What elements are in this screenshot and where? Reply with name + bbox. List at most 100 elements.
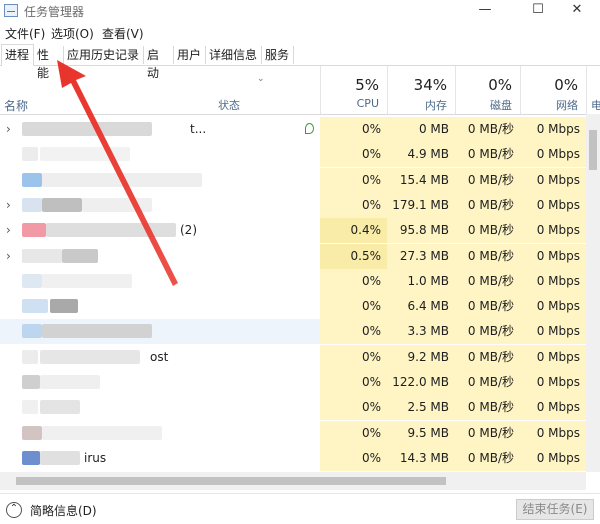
disk-cell: 0 MB/秒 <box>455 268 520 294</box>
process-name: (2) <box>180 223 197 238</box>
memory-cell: 122.0 MB <box>387 370 455 395</box>
cpu-cell: 0% <box>320 344 387 370</box>
process-icon-blurred <box>42 324 152 339</box>
disk-cell: 0 MB/秒 <box>455 370 520 395</box>
column-header: ⌄ 名称 状态 5% CPU 34% 内存 0% 磁盘 0% 网络 电 <box>0 66 600 115</box>
chevron-right-icon[interactable]: › <box>6 218 11 243</box>
process-icon-blurred <box>50 299 78 314</box>
chevron-up-icon[interactable]: ⌃ <box>6 502 22 518</box>
table-row[interactable]: 0% 4.9 MB 0 MB/秒 0 Mbps <box>0 142 586 168</box>
tab-users[interactable]: 用户 <box>174 46 206 64</box>
window-title: 任务管理器 <box>24 5 85 19</box>
tab-performance[interactable]: 性能 <box>34 46 64 80</box>
disk-cell: 0 MB/秒 <box>455 218 520 244</box>
process-icon-blurred <box>22 299 48 314</box>
cpu-cell: 0% <box>320 445 387 471</box>
vertical-scroll-thumb[interactable] <box>589 130 597 170</box>
tab-app-history[interactable]: 应用历史记录 <box>64 46 144 64</box>
menu-file[interactable]: 文件(F) <box>5 25 45 42</box>
process-icon-blurred <box>22 324 42 339</box>
chevron-right-icon[interactable]: › <box>6 193 11 218</box>
column-power[interactable]: 电 <box>586 66 600 114</box>
column-cpu[interactable]: 5% CPU <box>320 66 387 114</box>
disk-cell: 0 MB/秒 <box>455 167 520 193</box>
memory-total-percent: 34% <box>413 76 447 94</box>
horizontal-scrollbar[interactable] <box>0 472 586 490</box>
power-label: 电 <box>591 97 600 113</box>
cpu-label: CPU <box>356 97 379 110</box>
tab-bar: 进程 性能 应用历史记录 启动 用户 详细信息 服务 <box>0 44 600 80</box>
horizontal-scroll-thumb[interactable] <box>16 477 446 485</box>
vertical-scrollbar[interactable] <box>586 114 600 472</box>
network-cell: 0 Mbps <box>520 268 586 294</box>
process-icon-blurred <box>42 197 82 212</box>
network-cell: 0 Mbps <box>520 344 586 370</box>
network-cell: 0 Mbps <box>520 294 586 320</box>
memory-cell: 14.3 MB <box>387 445 455 471</box>
network-cell: 0 Mbps <box>520 319 586 345</box>
memory-cell: 9.5 MB <box>387 420 455 446</box>
process-list: › t... 0% 0 MB 0 MB/秒 0 Mbps 0% 4.9 MB 0 MB/秒 0 M… <box>0 117 586 472</box>
sort-chevron-down-icon[interactable]: ⌄ <box>257 74 265 84</box>
column-network[interactable]: 0% 网络 <box>520 66 586 114</box>
minimize-button[interactable]: — <box>462 0 508 22</box>
process-icon-blurred <box>22 450 40 465</box>
chevron-right-icon[interactable]: › <box>6 244 11 269</box>
table-row[interactable]: irus 0% 14.3 MB 0 MB/秒 0 Mbps <box>0 445 586 471</box>
column-disk[interactable]: 0% 磁盘 <box>455 66 520 114</box>
process-icon-blurred <box>40 450 80 465</box>
table-row[interactable]: › 0.5% 27.3 MB 0 MB/秒 0 Mbps <box>0 243 586 269</box>
process-icon-blurred <box>62 248 98 263</box>
close-button[interactable]: ✕ <box>554 0 600 22</box>
network-cell: 0 Mbps <box>520 420 586 446</box>
process-icon-blurred <box>22 400 38 415</box>
cpu-cell: 0% <box>320 268 387 294</box>
process-icon-blurred <box>22 273 42 288</box>
table-row[interactable]: 0% 122.0 MB 0 MB/秒 0 Mbps <box>0 370 586 395</box>
network-cell: 0 Mbps <box>520 243 586 269</box>
process-icon-blurred <box>22 248 62 263</box>
memory-label: 内存 <box>425 99 447 112</box>
tab-services[interactable]: 服务 <box>262 46 294 64</box>
cpu-cell: 0% <box>320 319 387 345</box>
table-row[interactable]: › t... 0% 0 MB 0 MB/秒 0 Mbps <box>0 117 586 142</box>
process-icon-blurred <box>42 425 162 440</box>
process-icon-blurred <box>42 172 202 187</box>
table-row[interactable]: 0% 3.3 MB 0 MB/秒 0 Mbps <box>0 319 586 345</box>
column-status[interactable]: 状态 <box>218 97 240 113</box>
cpu-cell: 0% <box>320 294 387 320</box>
leaf-icon <box>305 123 314 134</box>
column-memory[interactable]: 34% 内存 <box>387 66 455 114</box>
process-icon-blurred <box>22 223 46 238</box>
table-row[interactable]: › (2) 0.4% 95.8 MB 0 MB/秒 0 Mbps <box>0 218 586 244</box>
tab-details[interactable]: 详细信息 <box>206 46 262 64</box>
table-row[interactable]: 0% 9.5 MB 0 MB/秒 0 Mbps <box>0 420 586 446</box>
table-row[interactable]: 0% 15.4 MB 0 MB/秒 0 Mbps <box>0 167 586 193</box>
disk-label: 磁盘 <box>490 99 512 112</box>
chevron-right-icon[interactable]: › <box>6 117 11 142</box>
table-row[interactable]: 0% 2.5 MB 0 MB/秒 0 Mbps <box>0 395 586 421</box>
table-row[interactable]: ost 0% 9.2 MB 0 MB/秒 0 Mbps <box>0 344 586 370</box>
cpu-cell: 0% <box>320 117 387 142</box>
table-row[interactable]: 0% 6.4 MB 0 MB/秒 0 Mbps <box>0 294 586 320</box>
disk-cell: 0 MB/秒 <box>455 445 520 471</box>
task-manager-app-icon <box>4 4 18 17</box>
table-row[interactable]: › 0% 179.1 MB 0 MB/秒 0 Mbps <box>0 192 586 218</box>
column-name[interactable]: 名称 <box>4 97 28 114</box>
fewer-details-link[interactable]: 简略信息(D) <box>30 502 97 519</box>
tab-processes[interactable]: 进程 <box>1 44 34 66</box>
menu-options[interactable]: 选项(O) <box>51 25 94 42</box>
process-icon-blurred <box>22 122 152 136</box>
process-name: irus <box>84 450 107 465</box>
process-icon-blurred <box>22 425 42 440</box>
memory-cell: 27.3 MB <box>387 243 455 269</box>
disk-cell: 0 MB/秒 <box>455 395 520 421</box>
disk-cell: 0 MB/秒 <box>455 243 520 269</box>
menu-bar: 文件(F) 选项(O) 查看(V) <box>0 22 600 42</box>
cpu-cell: 0% <box>320 142 387 168</box>
menu-view[interactable]: 查看(V) <box>102 25 144 42</box>
end-task-button[interactable]: 结束任务(E) <box>516 499 594 520</box>
tab-startup[interactable]: 启动 <box>144 46 174 80</box>
table-row[interactable]: 0% 1.0 MB 0 MB/秒 0 Mbps <box>0 268 586 294</box>
network-label: 网络 <box>556 99 578 112</box>
